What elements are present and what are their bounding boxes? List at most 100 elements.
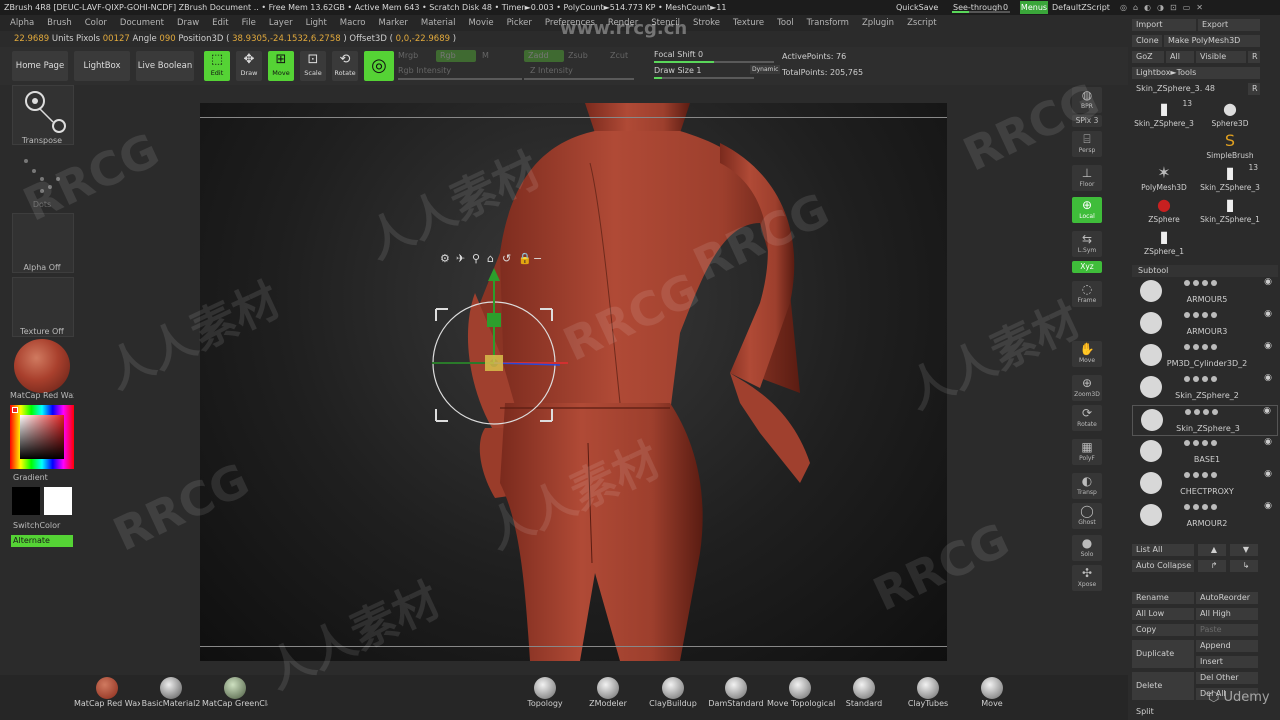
focal-shift-slider[interactable]: Focal Shift 0 [654,50,703,59]
scale-button[interactable]: ⊡ Scale [300,51,326,81]
tool-thumb-2[interactable]: S SimpleBrush [1198,131,1262,160]
window-controls-icon[interactable]: ◎⌂◐◑⊡▭✕ [1120,0,1209,15]
main-color-swatch[interactable] [12,487,40,515]
rgb-button[interactable]: Rgb [436,50,476,62]
tool-thumb-5[interactable]: ● ZSphere [1132,195,1196,224]
menu-transform[interactable]: Transform [807,15,849,31]
frame-button[interactable]: ◌ Frame [1072,281,1102,307]
gizmo-toolbar-icons[interactable]: ⚙ ✈ ⚲ ⌂ ↺ 🔒 − [440,252,542,265]
home-page-button[interactable]: Home Page [12,51,68,81]
clone-button[interactable]: Clone [1132,35,1162,47]
color-picker[interactable] [10,405,74,469]
del-other-button[interactable]: Del Other [1196,672,1258,684]
ghost-button[interactable]: ◯ Ghost [1072,503,1102,529]
material-tray-item[interactable]: MatCap GreenClay [202,675,268,708]
menu-movie[interactable]: Movie [468,15,493,31]
rgb-intensity-slider[interactable]: Rgb Intensity [398,66,451,75]
xyz-button[interactable]: Xyz [1072,261,1102,273]
tool-thumb-1[interactable]: ● Sphere3D [1198,99,1262,128]
tool-thumb-3[interactable]: ✶ PolyMesh3D [1132,163,1196,192]
eye-icon[interactable]: ◉ [1264,373,1272,383]
mrgb-button[interactable]: Mrgb [398,51,418,60]
menu-tool[interactable]: Tool [777,15,794,31]
subtool-toggles[interactable] [1184,439,1244,446]
split-section[interactable]: Split [1132,706,1278,718]
goz-visible-button[interactable]: Visible [1196,51,1246,63]
menu-light[interactable]: Light [306,15,327,31]
menu-color[interactable]: Color [85,15,107,31]
eye-icon[interactable]: ◉ [1264,277,1272,287]
default-zscript-button[interactable]: DefaultZScript [1052,0,1110,15]
subtool-item[interactable]: ◉ PM3D_Cylinder3D_2 [1132,341,1278,372]
duplicate-button[interactable]: Duplicate [1132,640,1194,668]
menu-file[interactable]: File [242,15,256,31]
secondary-color-swatch[interactable] [44,487,72,515]
export-button[interactable]: Export [1198,19,1260,31]
menu-material[interactable]: Material [421,15,456,31]
menu-marker[interactable]: Marker [379,15,408,31]
brush-tray-item[interactable]: Topology [512,675,578,708]
menu-edit[interactable]: Edit [212,15,228,31]
subtool-toggles[interactable] [1184,375,1244,382]
material-tray-item[interactable]: MatCap Red Wax [74,675,140,708]
brush-tray-item[interactable]: ZModeler [575,675,641,708]
menu-brush[interactable]: Brush [47,15,72,31]
menu-macro[interactable]: Macro [340,15,366,31]
persp-button[interactable]: ⌸ Persp [1072,131,1102,157]
brush-tray-item[interactable]: Move [959,675,1025,708]
subtool-toggles[interactable] [1184,503,1244,510]
floor-button[interactable]: ⊥ Floor [1072,165,1102,191]
all-high-button[interactable]: All High [1196,608,1258,620]
switch-color-button[interactable]: SwitchColor [13,521,77,530]
move-down-button[interactable]: ▼ [1230,544,1258,556]
menu-alpha[interactable]: Alpha [10,15,34,31]
edit-button[interactable]: ⬚ Edit [204,51,230,81]
menu-zplugin[interactable]: Zplugin [862,15,894,31]
subtool-item[interactable]: ◉ ARMOUR3 [1132,309,1278,340]
menu-document[interactable]: Document [120,15,164,31]
subtool-toggles[interactable] [1185,408,1245,415]
lsym-button[interactable]: ⇆ L.Sym [1072,231,1102,257]
focal-shift-track[interactable] [654,61,774,63]
eye-icon[interactable]: ◉ [1264,437,1272,447]
menu-texture[interactable]: Texture [733,15,764,31]
lightbox-tools-button[interactable]: Lightbox►Tools [1132,67,1260,79]
eye-icon[interactable]: ◉ [1264,501,1272,511]
move-up-button[interactable]: ▲ [1198,544,1226,556]
dynamic-button[interactable]: Dynamic [750,65,781,74]
goz-all-button[interactable]: All [1166,51,1194,63]
menu-zscript[interactable]: Zscript [907,15,937,31]
delete-button[interactable]: Delete [1132,672,1194,700]
list-all-button[interactable]: List All [1132,544,1194,556]
rotate-button[interactable]: ⟲ Rotate [332,51,358,81]
color-square[interactable] [20,415,64,459]
eye-icon[interactable]: ◉ [1264,341,1272,351]
menu-stroke[interactable]: Stroke [693,15,720,31]
menu-picker[interactable]: Picker [507,15,532,31]
zadd-button[interactable]: Zadd [524,50,564,62]
canvas-viewport[interactable]: ⚙ ✈ ⚲ ⌂ ↺ 🔒 − [200,103,947,661]
tool-thumb-4[interactable]: ▮ Skin_ZSphere_3 13 [1198,163,1262,192]
gizmo-toggle-button[interactable]: ◎ [364,51,394,81]
subtool-header[interactable]: Subtool [1132,265,1278,277]
material-button[interactable] [12,339,74,399]
import-button[interactable]: Import [1132,19,1196,31]
tool-r-button[interactable]: R [1248,83,1260,95]
reorder-down-button[interactable]: ↳ [1230,560,1258,572]
goz-r-button[interactable]: R [1248,51,1260,63]
polyf-button[interactable]: ▦ PolyF [1072,439,1102,465]
brush-tray-item[interactable]: ClayBuildup [640,675,706,708]
auto-reorder-button[interactable]: AutoReorder [1196,592,1258,604]
draw-button[interactable]: ✥ Draw [236,51,262,81]
tool-thumb-0[interactable]: ▮ Skin_ZSphere_3 13 [1132,99,1196,128]
move-view-button[interactable]: ✋ Move [1072,341,1102,367]
character-model[interactable]: ⚙ ✈ ⚲ ⌂ ↺ 🔒 − [200,103,947,661]
solo-button[interactable]: ● Solo [1072,535,1102,561]
brush-tray-item[interactable]: DamStandard [703,675,769,708]
copy-button[interactable]: Copy [1132,624,1194,636]
subtool-toggles[interactable] [1184,343,1244,350]
menu-layer[interactable]: Layer [269,15,293,31]
local-button[interactable]: ⊕ Local [1072,197,1102,223]
append-button[interactable]: Append [1196,640,1258,652]
brush-tray-item[interactable]: Standard [831,675,897,708]
